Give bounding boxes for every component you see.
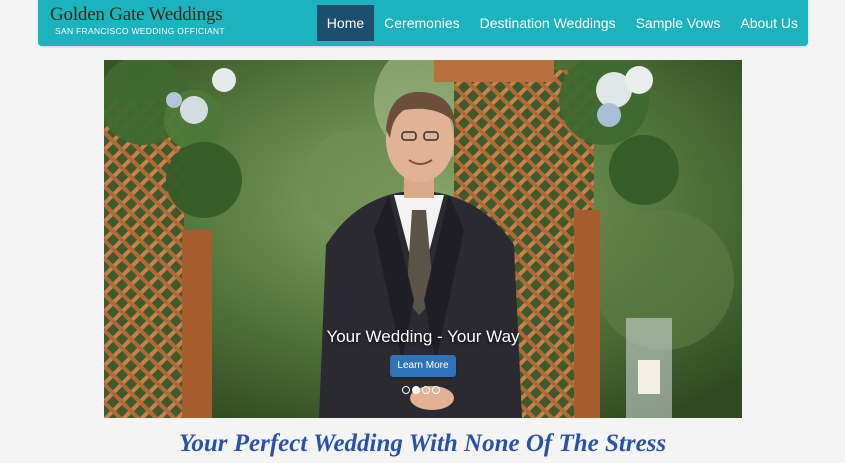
slide-caption: Your Wedding - Your Way bbox=[326, 327, 520, 346]
top-navbar: Golden Gate Weddings SAN FRANCISCO WEDDI… bbox=[38, 0, 808, 46]
carousel-dot-1[interactable] bbox=[402, 386, 410, 394]
carousel-dot-3[interactable] bbox=[422, 386, 430, 394]
main-nav: Home Ceremonies Destination Weddings Sam… bbox=[316, 5, 808, 41]
nav-item-destination-weddings[interactable]: Destination Weddings bbox=[470, 5, 626, 41]
nav-item-about-us[interactable]: About Us bbox=[730, 5, 808, 41]
learn-more-button[interactable]: Learn More bbox=[390, 355, 456, 377]
brand-logo[interactable]: Golden Gate Weddings SAN FRANCISCO WEDDI… bbox=[50, 4, 225, 36]
nav-item-ceremonies[interactable]: Ceremonies bbox=[374, 5, 469, 41]
carousel-dot-2[interactable] bbox=[412, 386, 420, 394]
brand-subtitle: SAN FRANCISCO WEDDING OFFICIANT bbox=[55, 26, 225, 36]
hero-carousel[interactable]: Your Wedding - Your Way Learn More bbox=[104, 60, 742, 418]
page-tagline: Your Perfect Wedding With None Of The St… bbox=[178, 430, 667, 457]
nav-item-sample-vows[interactable]: Sample Vows bbox=[626, 5, 731, 41]
brand-name: Golden Gate Weddings bbox=[50, 4, 223, 25]
nav-item-home[interactable]: Home bbox=[316, 5, 375, 41]
carousel-indicators bbox=[402, 386, 440, 394]
carousel-dot-4[interactable] bbox=[432, 386, 440, 394]
